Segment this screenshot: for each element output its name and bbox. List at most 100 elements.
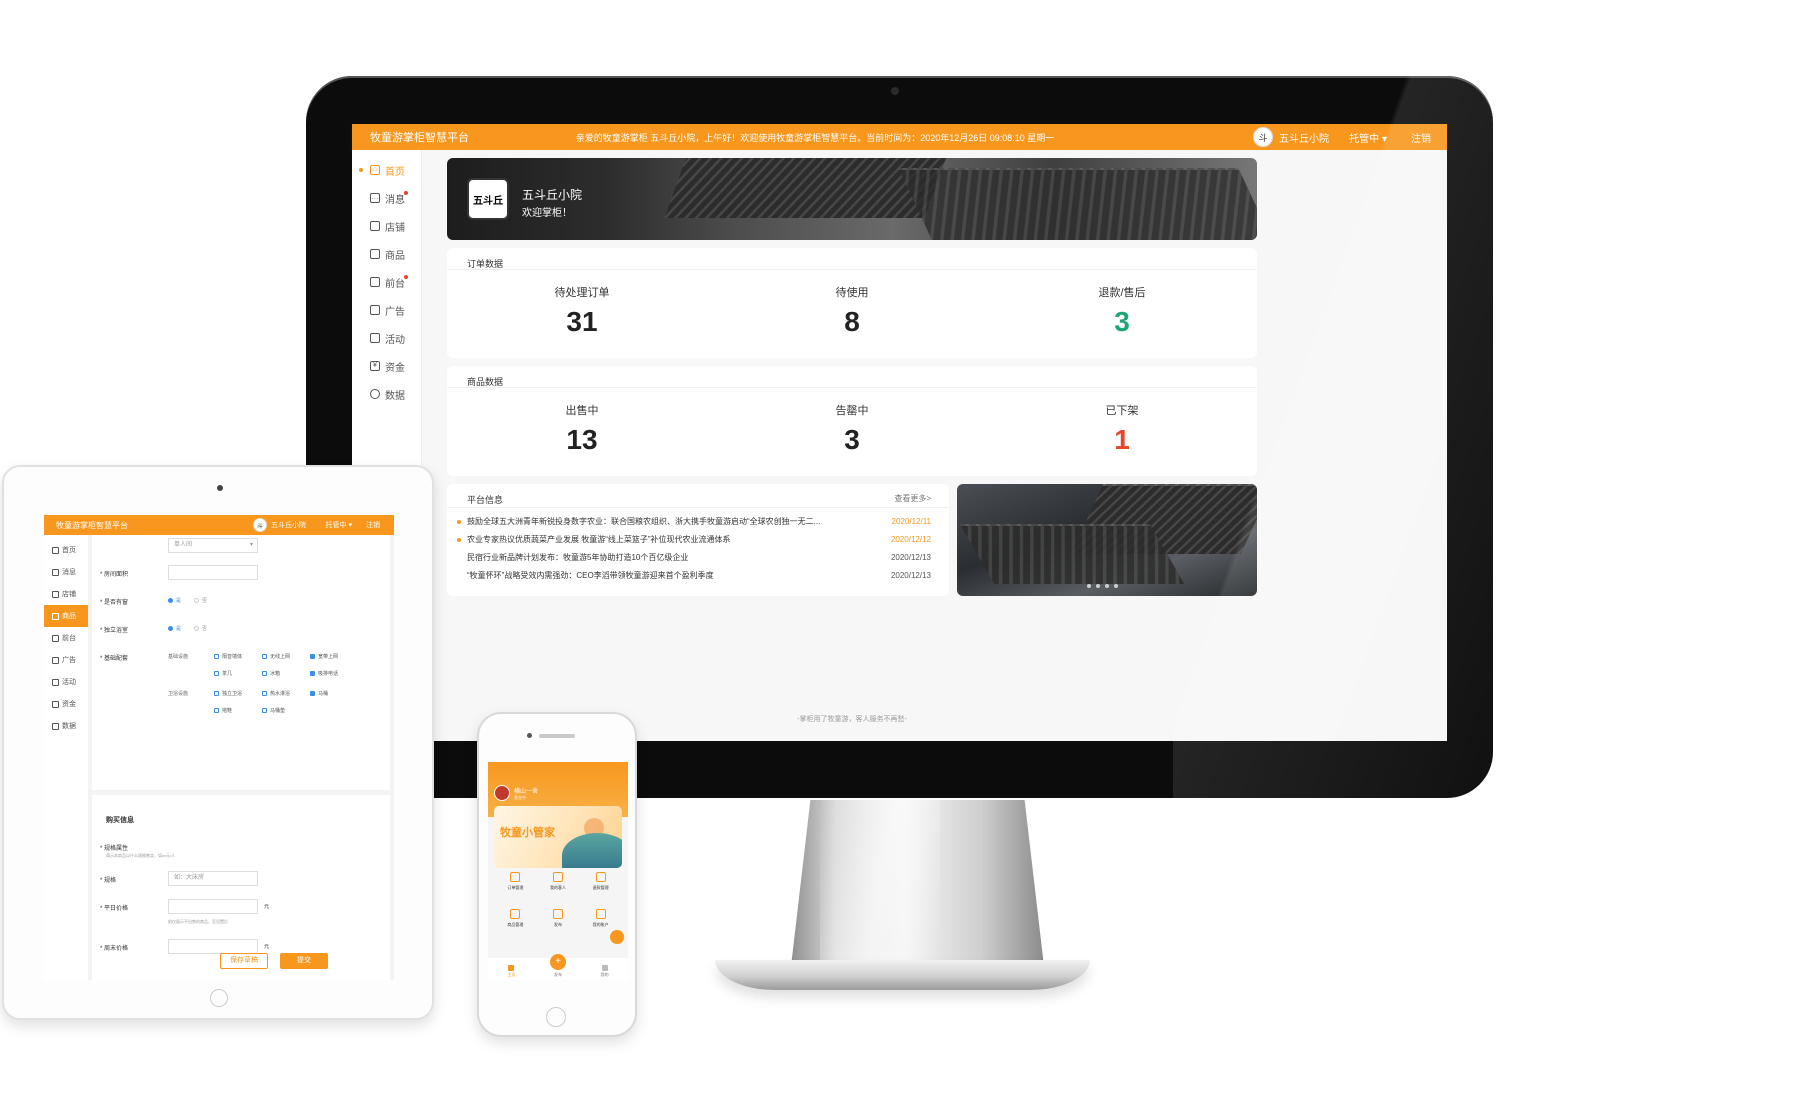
bath-yes-radio[interactable]: 是 [168, 625, 181, 632]
room-type-select[interactable]: 单人间 ▾ [168, 538, 258, 553]
news-item[interactable]: 鼓励全球五大洲青年新锐投身数字农业：联合国粮农组织、浙大携手牧童游启动“全球农创… [447, 512, 949, 530]
news-item[interactable]: “牧童怀环”战略受效内需强劲：CEO李滔带领牧童游迎来首个盈利季度 2020/12… [447, 566, 949, 584]
account-icon [595, 909, 606, 919]
tablet-nav-money[interactable]: 资金 [44, 693, 88, 715]
sidebar-item-home[interactable]: ⌂ 首页 [352, 156, 421, 184]
area-label-text: 房间面积 [104, 572, 129, 578]
save-draft-button[interactable]: 保存草稿 [220, 953, 268, 969]
stat-off-shelf[interactable]: 已下架 1 [987, 388, 1257, 476]
radio-dot [168, 626, 173, 631]
reception-icon [52, 634, 59, 642]
sidebar-item-money[interactable]: ¥ 资金 [352, 352, 421, 380]
avatar[interactable] [494, 785, 510, 801]
tablet-nav-data[interactable]: 数据 [44, 715, 88, 737]
facility-checkbox[interactable]: 热水淋浴 [262, 690, 290, 697]
carousel-dot[interactable] [1096, 584, 1100, 588]
sidebar-item-reception[interactable]: 前台 [352, 268, 421, 296]
tablet-shop-menu[interactable]: 托管中 ▾ [326, 520, 352, 530]
grid-my-guests[interactable]: 我的客人 [537, 872, 580, 891]
tablet-logout-button[interactable]: 注销 [366, 520, 380, 530]
bath-no-radio[interactable]: 否 [194, 625, 207, 632]
tablet-nav-goods[interactable]: 商品 [44, 605, 88, 627]
sidebar-item-goods[interactable]: 商品 [352, 240, 421, 268]
grid-order-manage[interactable]: 订单管理 [494, 872, 537, 891]
sidebar-item-ad[interactable]: 广告 [352, 296, 421, 324]
phone-home-button[interactable] [546, 1007, 566, 1027]
spec-name-label-text: 规格 [104, 878, 117, 884]
grid-goods-manage[interactable]: 商品管理 [494, 909, 537, 928]
checkbox [214, 654, 219, 659]
money-icon: ¥ [370, 361, 380, 371]
sidebar-item-store[interactable]: 店铺 [352, 212, 421, 240]
facility-checkbox[interactable]: 隔音墙体 [214, 653, 242, 660]
message-icon: … [370, 193, 380, 203]
tab-mine[interactable]: 我的 [601, 965, 609, 978]
grid-label: 发布 [553, 922, 562, 927]
logout-button[interactable]: 注销 [1411, 130, 1431, 145]
tablet-nav-ad[interactable]: 广告 [44, 649, 88, 671]
grid-my-account[interactable]: 我的账户 [579, 909, 622, 928]
sidebar-item-label: 前台 [385, 278, 405, 290]
carousel-dot[interactable] [1114, 584, 1118, 588]
submit-button[interactable]: 提交 [280, 953, 328, 969]
stat-value: 8 [844, 306, 860, 337]
shop-status-menu[interactable]: 托管中 ▾ [1349, 130, 1387, 145]
desktop-brand: 牧童游掌柜智慧平台 [370, 132, 469, 144]
goods-icon [510, 909, 521, 919]
facility-checkbox[interactable]: 无线上网 [262, 653, 290, 660]
area-input[interactable] [168, 565, 258, 580]
stat-refund[interactable]: 退款/售后 3 [987, 270, 1257, 358]
sidebar-item-message[interactable]: … 消息 [352, 184, 421, 212]
weekend-price-input[interactable] [168, 939, 258, 954]
news-date: 2020/12/13 [890, 552, 931, 562]
tablet-nav-message[interactable]: 消息 [44, 561, 88, 583]
facility-checkbox[interactable]: 宽带上网 [310, 653, 338, 660]
sidebar-item-label: 首页 [385, 166, 405, 178]
facility-checkbox[interactable]: 冰箱 [262, 670, 280, 677]
sidebar-item-data[interactable]: 数据 [352, 380, 421, 408]
tab-home[interactable]: 主页 [507, 965, 515, 978]
stat-sold-out[interactable]: 告罄中 3 [717, 388, 987, 476]
carousel-dot[interactable] [1087, 584, 1091, 588]
tablet-nav-reception[interactable]: 前台 [44, 627, 88, 649]
news-date: 2020/12/13 [890, 570, 931, 580]
sidebar-item-label: 资金 [385, 362, 405, 374]
photo-carousel[interactable] [957, 484, 1257, 596]
news-item[interactable]: 民宿行业新品牌计划发布：牧童游5年协助打造10个百亿级企业 2020/12/13 [447, 548, 949, 566]
weekday-price-input[interactable] [168, 899, 258, 914]
sidebar-item-activity[interactable]: 活动 [352, 324, 421, 352]
stat-to-use[interactable]: 待使用 8 [717, 270, 987, 358]
tablet-home-button[interactable] [210, 989, 228, 1007]
plus-icon: + [555, 956, 561, 967]
nav-label: 首页 [62, 547, 76, 554]
facility-checkbox[interactable]: 马桶 [310, 690, 328, 697]
grid-publish[interactable]: 发布 [537, 909, 580, 928]
carousel-dot[interactable] [1105, 584, 1109, 588]
carousel-dots[interactable] [1087, 584, 1118, 588]
news-more-link[interactable]: 查看更多> [894, 493, 931, 507]
facility-checkbox[interactable]: 茶几 [214, 670, 232, 677]
facility-checkbox[interactable]: 吸排电话 [310, 670, 338, 677]
checkbox [214, 671, 219, 676]
checkbox-label: 马桶 [318, 691, 329, 697]
tablet-user[interactable]: 斗五斗丘小院 [253, 518, 306, 532]
shop-logo-text: 五斗丘 [473, 195, 503, 207]
publish-fab-button[interactable]: + [550, 954, 566, 970]
facility-checkbox[interactable]: 独立卫浴 [214, 690, 242, 697]
tablet-nav-store[interactable]: 店铺 [44, 583, 88, 605]
desktop-user[interactable]: 斗 五斗丘小院 [1253, 127, 1329, 147]
phone-banner[interactable]: 牧童小管家 [494, 806, 622, 868]
stat-on-sale[interactable]: 出售中 13 [447, 388, 717, 476]
news-item[interactable]: 农业专家热议优质蔬菜产业发展 牧童游“线上菜篮子”补位现代农业流通体系 2020/… [447, 530, 949, 548]
spec-input[interactable]: 如：大床房 [168, 871, 258, 886]
window-yes-radio[interactable]: 是 [168, 597, 181, 604]
window-label-text: 是否有窗 [104, 600, 129, 606]
stat-pending-orders[interactable]: 待处理订单 31 [447, 270, 717, 358]
tablet-nav-home[interactable]: 首页 [44, 539, 88, 561]
window-no-radio[interactable]: 否 [194, 597, 207, 604]
facility-checkbox[interactable]: 拖鞋 [214, 707, 232, 714]
facility-checkbox[interactable]: 马桶垫 [262, 707, 285, 714]
chat-float-button[interactable] [610, 930, 624, 944]
tablet-nav-activity[interactable]: 活动 [44, 671, 88, 693]
grid-refund-manage[interactable]: 退款管理 [579, 872, 622, 891]
